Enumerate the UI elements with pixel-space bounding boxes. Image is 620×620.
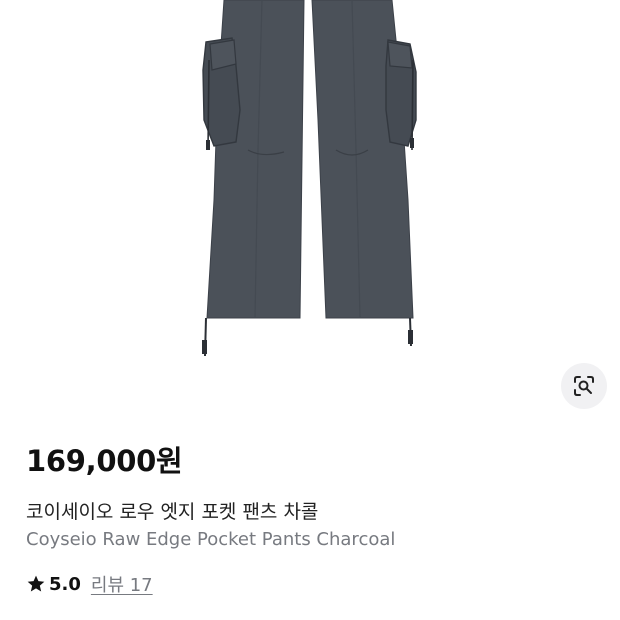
product-detail-page: 169,000원 코이세이오 로우 엣지 포켓 팬츠 차콜 Coyseio Ra… (0, 0, 620, 620)
product-name-english: Coyseio Raw Edge Pocket Pants Charcoal (26, 529, 396, 550)
product-price: 169,000원 (26, 444, 183, 478)
pants-illustration (202, 0, 417, 357)
rating-row: 5.0 리뷰 17 (26, 571, 153, 597)
visual-search-button[interactable] (561, 363, 607, 409)
star-icon (27, 575, 45, 592)
review-count-link[interactable]: 리뷰 17 (91, 571, 153, 597)
product-image[interactable] (0, 0, 620, 420)
visual-search-icon (574, 376, 594, 396)
rating-score: 5.0 (49, 573, 81, 595)
product-name-korean: 코이세이오 로우 엣지 포켓 팬츠 차콜 (26, 501, 319, 523)
